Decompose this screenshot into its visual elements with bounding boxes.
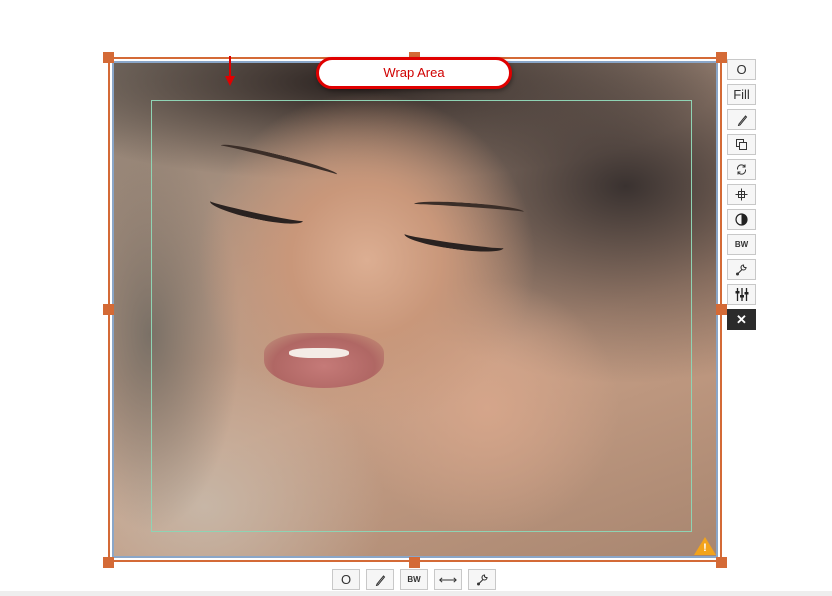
resize-handle-right[interactable] [716,304,727,315]
crosshair-icon [735,188,748,201]
close-icon: ✕ [736,311,747,327]
bottom-edit-button[interactable] [366,569,394,590]
bottom-bw-button[interactable]: BW [400,569,428,590]
wrench-icon [476,574,488,586]
resize-handle-bottom-left[interactable] [103,557,114,568]
annotation-arrow [229,56,231,78]
duplicate-button[interactable] [727,134,756,155]
rotate-button[interactable] [727,159,756,180]
wrench-icon [736,264,747,276]
tools-button[interactable] [727,259,756,280]
image-inner-border [112,61,718,558]
flip-horizontal-icon: ⟷ [438,571,458,587]
resize-handle-bottom[interactable] [409,557,420,568]
adjust-button[interactable] [727,284,756,305]
bottom-original-label: O [340,572,352,587]
bottom-bw-label: BW [407,575,421,584]
fill-button-label: Fill [733,87,750,102]
resize-handle-top-left[interactable] [103,52,114,63]
rotate-icon [736,164,747,175]
duplicate-icon [736,139,747,150]
bottom-original-button[interactable]: O [332,569,360,590]
pencil-icon [375,575,386,586]
color-button[interactable] [727,209,756,230]
bottom-tools-button[interactable] [468,569,496,590]
center-button[interactable] [727,184,756,205]
resize-handle-top-right[interactable] [716,52,727,63]
image-frame[interactable] [108,57,722,562]
original-button-label: O [736,62,747,77]
bw-button[interactable]: BW [727,234,756,255]
pencil-icon [737,115,747,126]
wrap-area-label: Wrap Area [316,57,512,89]
fill-button[interactable]: Fill [727,84,756,105]
annotation-arrow-head [225,76,235,86]
bottom-flip-button[interactable]: ⟷ [434,569,462,590]
bottom-strip [0,591,832,596]
edit-button[interactable] [727,109,756,130]
resize-handle-left[interactable] [103,304,114,315]
bw-button-label: BW [734,240,749,249]
delete-button[interactable]: ✕ [727,309,756,330]
original-button[interactable]: O [727,59,756,80]
sliders-icon [735,288,748,301]
safe-area-guide [151,100,692,532]
color-wheel-icon [735,213,748,226]
warning-icon-mark: ! [703,542,707,554]
resize-handle-bottom-right[interactable] [716,557,727,568]
